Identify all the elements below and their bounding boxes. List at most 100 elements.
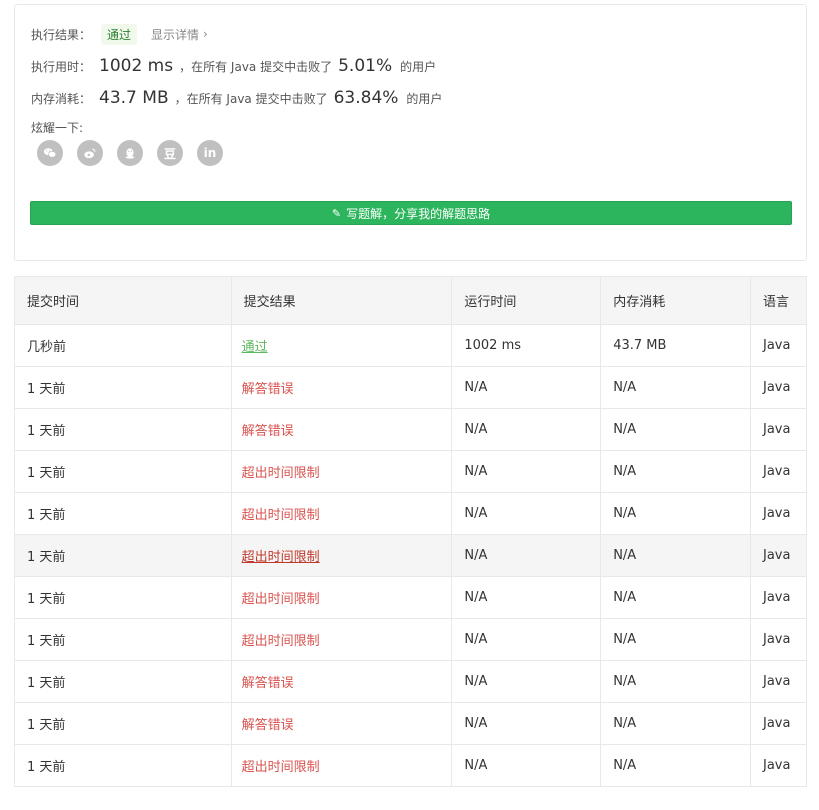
- linkedin-icon[interactable]: in: [197, 140, 223, 166]
- header-runtime[interactable]: 运行时间: [451, 276, 602, 325]
- table-row: 几秒前 通过 1002 ms 43.7 MB Java: [14, 324, 807, 367]
- table-row: 1 天前 超出时间限制 N/A N/A Java: [14, 618, 807, 661]
- result-link[interactable]: 超出时间限制: [242, 466, 320, 481]
- show-details-link[interactable]: 显示详情: [151, 26, 199, 43]
- cell-time: 1 天前: [14, 534, 232, 577]
- cell-runtime: N/A: [451, 534, 602, 577]
- result-link[interactable]: 解答错误: [242, 718, 294, 733]
- table-row: 1 天前 解答错误 N/A N/A Java: [14, 366, 807, 409]
- chevron-right-icon[interactable]: ›: [203, 27, 208, 41]
- cell-result: 解答错误: [230, 408, 453, 451]
- table-body: 几秒前 通过 1002 ms 43.7 MB Java 1 天前 解答错误 N/…: [14, 324, 807, 787]
- cell-result: 超出时间限制: [230, 576, 453, 619]
- result-link[interactable]: 解答错误: [242, 424, 294, 439]
- status-row: 执行结果： 通过 显示详情 ›: [31, 23, 208, 45]
- result-link[interactable]: 超出时间限制: [242, 550, 320, 565]
- cell-memory: N/A: [600, 408, 751, 451]
- cell-time: 1 天前: [14, 702, 232, 745]
- qq-icon[interactable]: [117, 140, 143, 166]
- cell-memory: N/A: [600, 366, 751, 409]
- weibo-glyph: [84, 148, 96, 159]
- cell-memory: 43.7 MB: [600, 324, 751, 367]
- cell-runtime: N/A: [451, 366, 602, 409]
- runtime-label: 执行用时：: [31, 59, 92, 74]
- cell-time: 1 天前: [14, 408, 232, 451]
- wechat-glyph: [43, 148, 57, 158]
- cell-result: 超出时间限制: [230, 450, 453, 493]
- cell-lang: Java: [750, 408, 807, 451]
- memory-users-suffix: 的用户: [406, 91, 443, 106]
- runtime-users-suffix: 的用户: [400, 59, 437, 74]
- table-row: 1 天前 超出时间限制 N/A N/A Java: [14, 576, 807, 619]
- header-submit-time[interactable]: 提交时间: [14, 276, 232, 325]
- share-row: 炫耀一下:: [31, 118, 83, 136]
- cell-time: 1 天前: [14, 660, 232, 703]
- cell-lang: Java: [750, 702, 807, 745]
- share-buttons: 豆 in: [37, 140, 237, 166]
- qq-glyph: [125, 148, 135, 159]
- cell-time: 1 天前: [14, 576, 232, 619]
- cell-result: 超出时间限制: [230, 744, 453, 787]
- pencil-icon: ✎: [331, 206, 342, 220]
- result-link[interactable]: 超出时间限制: [242, 634, 320, 649]
- table-row: 1 天前 解答错误 N/A N/A Java: [14, 660, 807, 703]
- result-link[interactable]: 解答错误: [242, 676, 294, 691]
- cell-result: 解答错误: [230, 702, 453, 745]
- cell-time: 几秒前: [14, 324, 232, 367]
- wechat-icon[interactable]: [37, 140, 63, 166]
- memory-beat-text: ，在所有 Java 提交中击败了: [174, 91, 328, 106]
- cell-runtime: N/A: [451, 450, 602, 493]
- cell-lang: Java: [750, 576, 807, 619]
- cell-result: 超出时间限制: [230, 492, 453, 535]
- cell-time: 1 天前: [14, 366, 232, 409]
- cell-runtime: N/A: [451, 702, 602, 745]
- cell-runtime: N/A: [451, 492, 602, 535]
- result-link[interactable]: 超出时间限制: [242, 508, 320, 523]
- cell-lang: Java: [750, 450, 807, 493]
- table-header-row: 提交时间 提交结果 运行时间 内存消耗 语言: [14, 276, 807, 325]
- submissions-table: 提交时间 提交结果 运行时间 内存消耗 语言 几秒前 通过 1002 ms 43…: [14, 276, 807, 787]
- weibo-icon[interactable]: [77, 140, 103, 166]
- linkedin-glyph: in: [203, 146, 217, 160]
- cell-lang: Java: [750, 534, 807, 577]
- cell-memory: N/A: [600, 618, 751, 661]
- cell-runtime: N/A: [451, 618, 602, 661]
- cell-memory: N/A: [600, 492, 751, 535]
- cell-runtime: N/A: [451, 408, 602, 451]
- table-row: 1 天前 解答错误 N/A N/A Java: [14, 702, 807, 745]
- status-badge: 通过: [101, 23, 138, 45]
- write-solution-button[interactable]: ✎ 写题解，分享我的解题思路: [30, 201, 792, 225]
- result-card: 执行结果： 通过 显示详情 › 执行用时： 1002 ms ，在所有 Java …: [14, 4, 807, 261]
- cell-runtime: N/A: [451, 576, 602, 619]
- cell-result: 解答错误: [230, 366, 453, 409]
- header-submit-result[interactable]: 提交结果: [230, 276, 453, 325]
- cell-lang: Java: [750, 660, 807, 703]
- cell-lang: Java: [750, 324, 807, 367]
- douban-glyph: 豆: [163, 146, 176, 161]
- cell-result: 通过: [230, 324, 453, 367]
- cell-time: 1 天前: [14, 744, 232, 787]
- result-link[interactable]: 解答错误: [242, 382, 294, 397]
- cell-time: 1 天前: [14, 618, 232, 661]
- cell-memory: N/A: [600, 744, 751, 787]
- cell-time: 1 天前: [14, 492, 232, 535]
- cell-memory: N/A: [600, 576, 751, 619]
- table-row: 1 天前 超出时间限制 N/A N/A Java: [14, 744, 807, 787]
- share-label: 炫耀一下:: [31, 120, 84, 135]
- cell-lang: Java: [750, 492, 807, 535]
- cell-result: 超出时间限制: [230, 618, 453, 661]
- status-label: 执行结果：: [31, 27, 92, 42]
- cell-runtime: N/A: [451, 744, 602, 787]
- cell-result: 解答错误: [230, 660, 453, 703]
- table-row: 1 天前 超出时间限制 N/A N/A Java: [14, 450, 807, 493]
- runtime-value: 1002 ms: [99, 56, 174, 76]
- header-language[interactable]: 语言: [750, 276, 807, 325]
- header-memory[interactable]: 内存消耗: [600, 276, 751, 325]
- cell-memory: N/A: [600, 450, 751, 493]
- cell-lang: Java: [750, 744, 807, 787]
- runtime-row: 执行用时： 1002 ms ，在所有 Java 提交中击败了 5.01% 的用户: [31, 54, 436, 78]
- result-link[interactable]: 通过: [242, 340, 268, 355]
- douban-icon[interactable]: 豆: [157, 140, 183, 166]
- result-link[interactable]: 超出时间限制: [242, 760, 320, 775]
- result-link[interactable]: 超出时间限制: [242, 592, 320, 607]
